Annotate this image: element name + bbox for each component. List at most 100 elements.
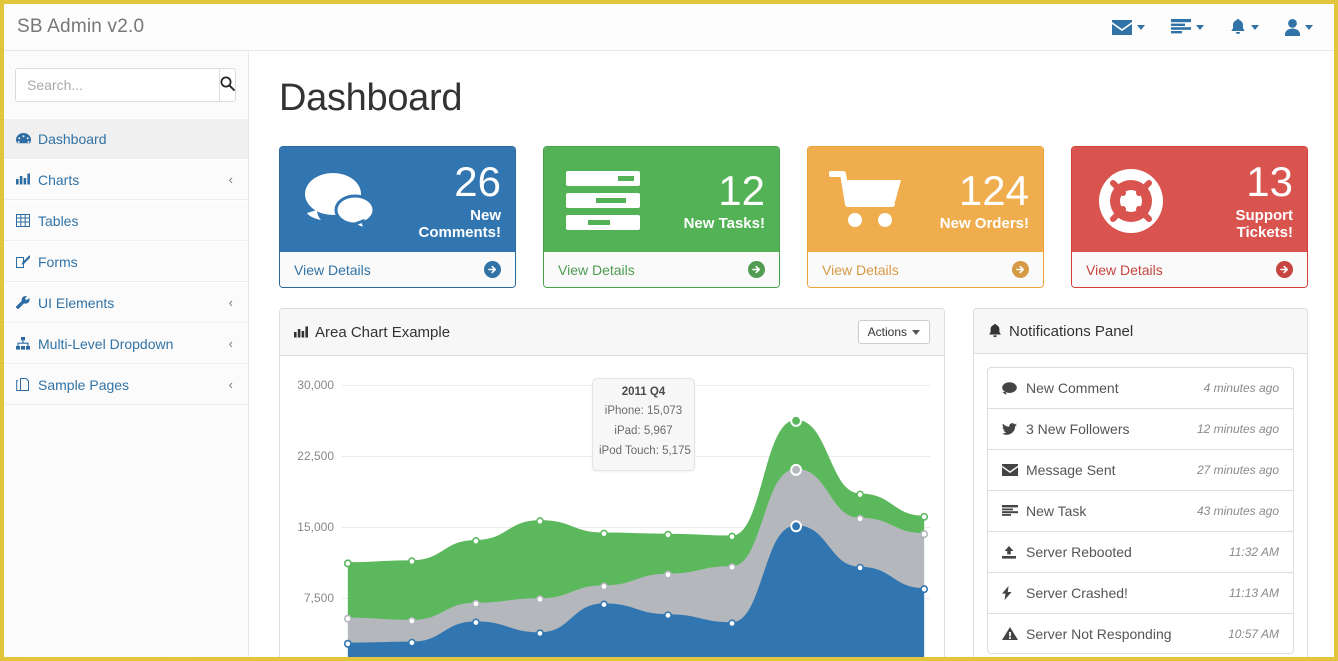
tooltip-row-value: 5,175 xyxy=(662,444,691,457)
sidebar-item-ui-elements[interactable]: UI Elements ‹ xyxy=(4,282,248,323)
list-item[interactable]: 3 New Followers 12 minutes ago xyxy=(987,408,1294,449)
data-point[interactable] xyxy=(856,490,865,499)
search-button[interactable] xyxy=(219,68,236,102)
data-point[interactable] xyxy=(536,517,544,526)
data-point[interactable] xyxy=(407,638,416,647)
data-point[interactable] xyxy=(343,559,352,568)
wrench-icon xyxy=(16,296,38,309)
view-details-link[interactable]: View Details xyxy=(294,262,371,278)
bell-icon xyxy=(1230,18,1246,36)
search-input-group xyxy=(15,68,236,102)
stat-panel-new-tasks[interactable]: 12 New Tasks! View Details xyxy=(543,146,780,288)
list-item[interactable]: New Comment 4 minutes ago xyxy=(987,367,1294,408)
user-dropdown[interactable] xyxy=(1272,13,1326,42)
data-point[interactable] xyxy=(407,557,416,566)
actions-button-label: Actions xyxy=(867,325,907,339)
notification-time: 10:57 AM xyxy=(1228,626,1279,641)
y-tick-label: 30,000 xyxy=(297,378,334,392)
stat-panel-footer[interactable]: View Details xyxy=(544,252,779,287)
data-point[interactable] xyxy=(600,529,608,538)
data-point[interactable] xyxy=(856,563,865,572)
search-input[interactable] xyxy=(15,68,219,102)
data-point[interactable] xyxy=(536,595,544,604)
notifications-list: New Comment 4 minutes ago 3 New Follower… xyxy=(974,354,1307,654)
data-point[interactable] xyxy=(920,530,929,539)
stat-panel-new-comments[interactable]: 26 New Comments! View Details xyxy=(279,146,516,288)
data-point[interactable] xyxy=(790,520,802,533)
y-axis-labels: 30,000 22,500 15,000 7,500 xyxy=(280,356,342,657)
stat-panel-new-orders[interactable]: 124 New Orders! View Details xyxy=(807,146,1044,288)
sidebar: Dashboard Charts ‹ xyxy=(4,51,249,657)
notification-label: Message Sent xyxy=(1026,462,1116,478)
data-point[interactable] xyxy=(664,611,672,620)
sidebar-nav: Dashboard Charts ‹ Tables Forms UI Eleme… xyxy=(4,118,248,405)
data-point[interactable] xyxy=(856,514,865,523)
stat-panel-footer[interactable]: View Details xyxy=(280,252,515,287)
tooltip-row-label: iPod Touch xyxy=(599,444,656,457)
chevron-down-icon xyxy=(912,329,920,335)
stat-label: New Tasks! xyxy=(683,215,765,233)
data-point[interactable] xyxy=(536,629,544,638)
comments-icon xyxy=(294,170,384,232)
sidebar-item-tables[interactable]: Tables xyxy=(4,200,248,241)
sidebar-item-label: Multi-Level Dropdown xyxy=(38,335,174,352)
chevron-left-icon: ‹ xyxy=(228,377,233,392)
data-point[interactable] xyxy=(472,537,480,546)
actions-button[interactable]: Actions xyxy=(857,320,930,344)
navbar-right-group xyxy=(1099,13,1334,42)
stat-label: New Orders! xyxy=(939,215,1029,233)
data-point[interactable] xyxy=(600,582,608,591)
stat-panel-footer[interactable]: View Details xyxy=(1072,252,1307,287)
data-point[interactable] xyxy=(920,512,929,521)
sitemap-icon xyxy=(16,337,38,350)
search-icon xyxy=(220,76,235,94)
sidebar-item-multi-level-dropdown[interactable]: Multi-Level Dropdown ‹ xyxy=(4,323,248,364)
data-point[interactable] xyxy=(728,563,736,572)
list-item[interactable]: Server Crashed! 11:13 AM xyxy=(987,572,1294,613)
sidebar-item-charts[interactable]: Charts ‹ xyxy=(4,159,248,200)
main-content: Dashboard 26 New Comments! View Details … xyxy=(249,51,1334,657)
data-point[interactable] xyxy=(664,530,672,539)
sidebar-item-dashboard[interactable]: Dashboard xyxy=(4,118,248,159)
alerts-dropdown[interactable] xyxy=(1217,13,1272,42)
messages-dropdown[interactable] xyxy=(1099,14,1158,41)
data-point[interactable] xyxy=(790,463,802,476)
view-details-link[interactable]: View Details xyxy=(558,262,635,278)
data-point[interactable] xyxy=(664,570,672,579)
sidebar-item-label: Forms xyxy=(38,253,78,270)
stat-panel-support-tickets[interactable]: 13 Support Tickets! View Details xyxy=(1071,146,1308,288)
chart-canvas[interactable]: 30,000 22,500 15,000 7,500 2011 Q4 iPhon… xyxy=(280,356,944,657)
stat-panel-footer[interactable]: View Details xyxy=(808,252,1043,287)
chart-tooltip: 2011 Q4 iPhone: 15,073 iPad: 5,967 iPod … xyxy=(592,378,695,472)
list-item[interactable]: New Task 43 minutes ago xyxy=(987,490,1294,531)
data-point[interactable] xyxy=(407,616,416,625)
data-point[interactable] xyxy=(343,639,352,648)
data-point[interactable] xyxy=(600,600,608,609)
stat-panel-text: 12 New Tasks! xyxy=(648,166,765,233)
view-details-link[interactable]: View Details xyxy=(1086,262,1163,278)
tasks-dropdown[interactable] xyxy=(1158,13,1217,41)
brand-title[interactable]: SB Admin v2.0 xyxy=(4,16,144,38)
data-point[interactable] xyxy=(728,619,736,628)
stat-number: 12 xyxy=(718,166,765,214)
sidebar-item-sample-pages[interactable]: Sample Pages ‹ xyxy=(4,364,248,405)
bar-chart-icon xyxy=(294,326,308,339)
table-icon xyxy=(16,214,38,227)
data-point[interactable] xyxy=(920,585,929,594)
area-chart-header: Area Chart Example Actions xyxy=(280,309,944,356)
data-point[interactable] xyxy=(472,599,480,608)
stat-panel-body: 12 New Tasks! xyxy=(544,147,779,252)
sidebar-item-forms[interactable]: Forms xyxy=(4,241,248,282)
area-chart-body[interactable]: 30,000 22,500 15,000 7,500 2011 Q4 iPhon… xyxy=(280,356,944,657)
list-item[interactable]: Message Sent 27 minutes ago xyxy=(987,449,1294,490)
data-point[interactable] xyxy=(343,614,352,623)
data-point[interactable] xyxy=(728,532,736,541)
data-point[interactable] xyxy=(472,618,480,627)
upload-icon xyxy=(1002,545,1026,559)
view-details-link[interactable]: View Details xyxy=(822,262,899,278)
notification-time: 4 minutes ago xyxy=(1203,381,1279,395)
list-item[interactable]: Server Rebooted 11:32 AM xyxy=(987,531,1294,572)
data-point[interactable] xyxy=(790,414,802,427)
tasks-icon xyxy=(558,170,648,231)
list-item[interactable]: Server Not Responding 10:57 AM xyxy=(987,613,1294,654)
